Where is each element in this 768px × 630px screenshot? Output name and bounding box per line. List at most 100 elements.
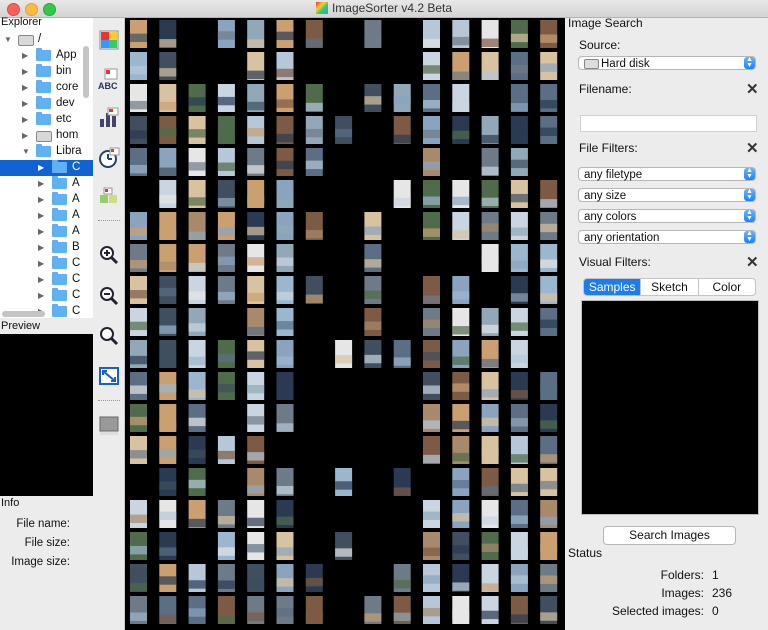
disclosure-collapsed-icon[interactable]: ▶ bbox=[38, 211, 44, 220]
tree-item[interactable]: ▶C bbox=[0, 288, 93, 304]
thumbnail-detail bbox=[305, 294, 323, 304]
disclosure-collapsed-icon[interactable]: ▶ bbox=[38, 275, 44, 284]
window-title-container: ImageSorter v4.2 Beta bbox=[0, 1, 768, 15]
clear-file-filters-icon[interactable]: ✕ bbox=[746, 141, 759, 156]
tab-samples[interactable]: Samples bbox=[584, 279, 642, 295]
source-select[interactable]: Hard disk ▲ ▼ bbox=[578, 56, 756, 70]
image-thumbnail[interactable] bbox=[510, 308, 528, 336]
image-thumbnail[interactable] bbox=[130, 500, 147, 528]
tree-item[interactable]: ▶ A bbox=[0, 208, 93, 224]
sort-by-date-icon[interactable] bbox=[97, 146, 121, 170]
image-thumbnail[interactable] bbox=[510, 404, 528, 432]
disclosure-collapsed-icon[interactable]: ▶ bbox=[38, 227, 44, 236]
image-thumbnail[interactable] bbox=[510, 532, 528, 560]
image-thumbnail[interactable] bbox=[335, 340, 353, 368]
image-thumbnail[interactable] bbox=[364, 276, 382, 304]
disclosure-collapsed-icon[interactable]: ▶ bbox=[22, 83, 28, 92]
magnifier-icon[interactable] bbox=[97, 324, 121, 348]
disclosure-collapsed-icon[interactable]: ▶ bbox=[38, 243, 44, 252]
orientation-select[interactable]: any orientation ▲ ▼ bbox=[578, 230, 756, 244]
image-thumbnail[interactable] bbox=[217, 532, 235, 560]
samples-drop-area[interactable] bbox=[581, 300, 759, 515]
sort-by-size-icon[interactable] bbox=[97, 106, 121, 130]
image-canvas[interactable] bbox=[125, 18, 565, 630]
disclosure-collapsed-icon[interactable]: ▶ bbox=[22, 131, 28, 140]
image-thumbnail[interactable] bbox=[159, 532, 177, 560]
image-thumbnail[interactable] bbox=[276, 532, 294, 560]
image-thumbnail[interactable] bbox=[217, 436, 235, 464]
thumbnail-detail bbox=[540, 223, 558, 233]
image-thumbnail[interactable] bbox=[452, 596, 470, 624]
image-thumbnail[interactable] bbox=[188, 308, 206, 336]
tree-item[interactable]: ▶ A bbox=[0, 224, 93, 240]
tree-item[interactable]: ▶ bin bbox=[0, 64, 93, 80]
image-thumbnail[interactable] bbox=[130, 276, 147, 304]
explorer-horizontal-scrollbar[interactable] bbox=[2, 311, 45, 317]
tree-item[interactable]: ▼ / bbox=[0, 32, 93, 48]
image-thumbnail[interactable] bbox=[159, 180, 177, 208]
disclosure-collapsed-icon[interactable]: ▶ bbox=[38, 259, 44, 268]
colors-select[interactable]: any colors ▲ ▼ bbox=[578, 209, 756, 223]
tree-item[interactable]: ▼ Libra bbox=[0, 144, 93, 160]
disclosure-collapsed-icon[interactable]: ▶ bbox=[38, 291, 44, 300]
image-thumbnail[interactable] bbox=[540, 20, 558, 48]
image-thumbnail[interactable] bbox=[188, 148, 206, 176]
tree-item[interactable]: ▶ A bbox=[0, 176, 93, 192]
tab-sketch[interactable]: Sketch bbox=[641, 279, 699, 295]
tree-item[interactable]: ▶ hom bbox=[0, 128, 93, 144]
disclosure-expanded-icon[interactable]: ▼ bbox=[4, 35, 12, 44]
image-thumbnail[interactable] bbox=[130, 116, 147, 144]
tree-item[interactable]: ▶ etc bbox=[0, 112, 93, 128]
size-select[interactable]: any size ▲ ▼ bbox=[578, 188, 756, 202]
sort-by-color-icon[interactable] bbox=[97, 28, 121, 52]
sort-similar-icon[interactable] bbox=[97, 184, 121, 208]
image-thumbnail[interactable] bbox=[452, 116, 470, 144]
tab-color[interactable]: Color bbox=[699, 279, 755, 295]
background-color-icon[interactable] bbox=[97, 414, 121, 438]
tree-item[interactable]: ▶ A bbox=[0, 192, 93, 208]
image-thumbnail[interactable] bbox=[130, 436, 147, 464]
thumbnail-detail bbox=[217, 615, 235, 624]
zoom-in-icon[interactable] bbox=[97, 243, 121, 267]
clear-visual-filters-icon[interactable]: ✕ bbox=[746, 255, 759, 270]
disclosure-collapsed-icon[interactable]: ▶ bbox=[22, 51, 28, 60]
disclosure-collapsed-icon[interactable]: ▶ bbox=[38, 163, 44, 172]
folders-value: 1 bbox=[712, 568, 719, 582]
thumbnail-grid[interactable] bbox=[125, 18, 565, 630]
clear-filename-icon[interactable]: ✕ bbox=[746, 82, 759, 97]
image-thumbnail[interactable] bbox=[364, 212, 382, 240]
image-thumbnail[interactable] bbox=[510, 340, 528, 368]
search-images-button[interactable]: Search Images bbox=[603, 526, 736, 545]
disclosure-collapsed-icon[interactable]: ▶ bbox=[22, 115, 28, 124]
fit-to-window-icon[interactable] bbox=[97, 364, 121, 388]
image-thumbnail[interactable] bbox=[364, 244, 382, 272]
thumbnail-detail bbox=[247, 70, 265, 80]
disclosure-expanded-icon[interactable]: ▼ bbox=[22, 147, 30, 156]
image-thumbnail[interactable] bbox=[188, 276, 206, 304]
image-thumbnail[interactable] bbox=[364, 340, 382, 368]
images-label: Images: bbox=[661, 586, 704, 600]
zoom-out-icon[interactable] bbox=[97, 284, 121, 308]
disclosure-collapsed-icon[interactable]: ▶ bbox=[38, 195, 44, 204]
disclosure-collapsed-icon[interactable]: ▶ bbox=[22, 67, 28, 76]
filename-input[interactable] bbox=[580, 115, 757, 132]
sort-by-name-icon[interactable]: ABC bbox=[97, 68, 121, 92]
tree-item[interactable]: ▶ B bbox=[0, 240, 93, 256]
tree-item[interactable]: ▶C bbox=[0, 272, 93, 288]
orientation-value: any orientation bbox=[584, 232, 660, 244]
tree-item[interactable]: ▶C bbox=[0, 160, 93, 176]
image-thumbnail[interactable] bbox=[481, 596, 499, 624]
tree-item[interactable]: ▶ App bbox=[0, 48, 93, 64]
thumbnail-detail bbox=[540, 319, 558, 328]
thumbnail-detail bbox=[423, 65, 440, 74]
tree-item[interactable]: ▶ core bbox=[0, 80, 93, 96]
disclosure-collapsed-icon[interactable]: ▶ bbox=[38, 179, 44, 188]
tree-item[interactable]: ▶C bbox=[0, 256, 93, 272]
image-thumbnail[interactable] bbox=[452, 276, 470, 304]
tree-item[interactable]: ▶ dev bbox=[0, 96, 93, 112]
image-thumbnail[interactable] bbox=[276, 564, 294, 592]
filetype-select[interactable]: any filetype ▲ ▼ bbox=[578, 167, 756, 181]
image-thumbnail[interactable] bbox=[217, 148, 235, 176]
image-thumbnail[interactable] bbox=[247, 212, 265, 240]
disclosure-collapsed-icon[interactable]: ▶ bbox=[22, 99, 28, 108]
